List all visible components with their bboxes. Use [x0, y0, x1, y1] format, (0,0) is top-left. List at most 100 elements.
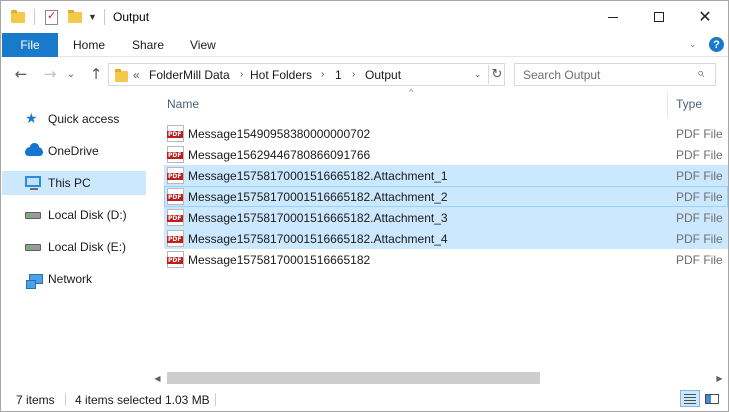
- details-view-button[interactable]: [680, 390, 700, 407]
- close-button[interactable]: ✕: [682, 1, 728, 33]
- scroll-right-button[interactable]: ▶: [711, 370, 728, 387]
- file-type: PDF File: [676, 169, 723, 183]
- column-header-name[interactable]: Name: [167, 91, 199, 117]
- horizontal-scrollbar[interactable]: ◀ ▶: [149, 370, 728, 387]
- folder-icon: [115, 69, 128, 82]
- search-box[interactable]: Search Output ⌕: [514, 63, 716, 86]
- sidebar-item-quick-access[interactable]: ★ Quick access: [2, 107, 146, 131]
- minimize-icon: [608, 16, 618, 18]
- navigation-pane: ★ Quick access OneDrive This PC Local Di…: [1, 91, 149, 389]
- file-type: PDF File: [676, 190, 723, 204]
- scrollbar-thumb[interactable]: [167, 372, 540, 384]
- window-title: Output: [113, 10, 150, 24]
- selection-size: 1.03 MB: [165, 393, 210, 407]
- up-button[interactable]: ↑: [87, 65, 105, 83]
- properties-icon[interactable]: [45, 8, 58, 26]
- back-button[interactable]: ←: [11, 65, 31, 83]
- pdf-file-icon: PDF: [167, 230, 184, 247]
- sidebar-item-label: Quick access: [48, 112, 120, 126]
- sidebar-item-label: Local Disk (E:): [48, 240, 127, 254]
- file-list: ^ Name Type PDF Message15490958380000000…: [149, 87, 728, 370]
- column-header-type[interactable]: Type: [676, 91, 702, 117]
- file-name: Message15758170001516665182.Attachment_3: [188, 211, 448, 225]
- file-row[interactable]: PDF Message15758170001516665182 PDF File: [164, 249, 728, 270]
- breadcrumb-separator[interactable]: ›: [240, 69, 243, 80]
- navigation-bar: ← → ⌄ ↑ « FolderMill Data › Hot Folders …: [1, 58, 728, 91]
- tab-home[interactable]: Home: [73, 33, 105, 57]
- maximize-button[interactable]: [636, 1, 682, 33]
- status-bar: 7 items 4 items selected 1.03 MB: [1, 387, 728, 411]
- address-bar[interactable]: « FolderMill Data › Hot Folders › 1 › Ou…: [108, 63, 505, 86]
- explorer-window: ▼ Output ✕ File Home Share View ⌄ ? ← → …: [0, 0, 729, 412]
- file-name: Message15758170001516665182.Attachment_4: [188, 232, 448, 246]
- file-type: PDF File: [676, 127, 723, 141]
- tab-share[interactable]: Share: [132, 33, 164, 57]
- file-row[interactable]: PDF Message15629446780866091766 PDF File: [164, 144, 728, 165]
- breadcrumb-hot-folders[interactable]: Hot Folders: [250, 68, 312, 82]
- breadcrumb-separator[interactable]: ›: [321, 69, 324, 80]
- divider: [215, 393, 216, 406]
- drive-icon: [25, 208, 43, 222]
- file-type: PDF File: [676, 211, 723, 225]
- address-dropdown-icon[interactable]: ⌄: [474, 69, 482, 80]
- file-name: Message15490958380000000702: [188, 127, 371, 141]
- search-input[interactable]: Search Output: [523, 68, 600, 82]
- breadcrumb-1[interactable]: 1: [335, 68, 342, 82]
- drive-icon: [25, 240, 43, 254]
- network-icon: [25, 272, 43, 289]
- sidebar-item-onedrive[interactable]: OneDrive: [2, 139, 146, 163]
- file-row[interactable]: PDF Message15758170001516665182.Attachme…: [164, 165, 728, 186]
- minimize-button[interactable]: [590, 1, 636, 33]
- recent-locations-button[interactable]: ⌄: [65, 65, 77, 83]
- expand-ribbon-icon[interactable]: ⌄: [689, 39, 697, 50]
- item-count: 7 items: [16, 393, 55, 407]
- maximize-icon: [654, 12, 664, 22]
- sidebar-item-label: Network: [48, 272, 93, 286]
- file-name: Message15758170001516665182.Attachment_2: [188, 190, 448, 204]
- details-view-icon: [684, 393, 696, 404]
- sidebar-item-network[interactable]: Network: [2, 267, 146, 291]
- large-icons-view-button[interactable]: [702, 390, 722, 407]
- pdf-file-icon: PDF: [167, 188, 184, 205]
- file-name: Message15629446780866091766: [188, 148, 371, 162]
- pdf-file-icon: PDF: [167, 167, 184, 184]
- folder-icon[interactable]: [11, 8, 25, 26]
- sidebar-item-label: Local Disk (D:): [48, 208, 127, 222]
- selection-count: 4 items selected: [75, 393, 162, 407]
- sidebar-item-this-pc[interactable]: This PC: [2, 171, 146, 195]
- forward-button[interactable]: →: [40, 65, 60, 83]
- title-bar: ▼ Output ✕: [1, 1, 728, 33]
- tab-view[interactable]: View: [190, 33, 216, 57]
- sidebar-item-local-disk-e[interactable]: Local Disk (E:): [2, 235, 146, 259]
- file-row[interactable]: PDF Message15758170001516665182.Attachme…: [164, 186, 728, 207]
- breadcrumb-foldermill-data[interactable]: FolderMill Data: [149, 68, 230, 82]
- close-icon: ✕: [698, 7, 712, 26]
- sidebar-item-label: OneDrive: [48, 144, 99, 158]
- divider: [104, 9, 105, 25]
- sidebar-item-local-disk-d[interactable]: Local Disk (D:): [2, 203, 146, 227]
- file-type: PDF File: [676, 232, 723, 246]
- breadcrumb-separator[interactable]: ›: [352, 69, 355, 80]
- file-row[interactable]: PDF Message15490958380000000702 PDF File: [164, 123, 728, 144]
- file-row[interactable]: PDF Message15758170001516665182.Attachme…: [164, 207, 728, 228]
- large-icons-view-icon: [705, 393, 719, 404]
- ribbon: File Home Share View ⌄ ?: [1, 33, 728, 57]
- breadcrumb-overflow[interactable]: «: [133, 68, 140, 82]
- divider: [34, 9, 35, 25]
- help-icon[interactable]: ?: [709, 37, 724, 52]
- pdf-file-icon: PDF: [167, 251, 184, 268]
- new-folder-icon[interactable]: [68, 8, 82, 26]
- divider: [65, 393, 66, 406]
- refresh-button[interactable]: ↻: [488, 65, 505, 84]
- scroll-left-button[interactable]: ◀: [149, 370, 166, 387]
- file-type: PDF File: [676, 148, 723, 162]
- search-icon[interactable]: ⌕: [697, 66, 704, 81]
- column-divider[interactable]: [667, 93, 668, 117]
- file-name: Message15758170001516665182: [188, 253, 371, 267]
- tab-file[interactable]: File: [2, 33, 58, 57]
- file-row[interactable]: PDF Message15758170001516665182.Attachme…: [164, 228, 728, 249]
- file-type: PDF File: [676, 253, 723, 267]
- customize-quick-access-icon[interactable]: ▼: [88, 8, 97, 26]
- sidebar-item-label: This PC: [48, 176, 91, 190]
- breadcrumb-output[interactable]: Output: [365, 68, 401, 82]
